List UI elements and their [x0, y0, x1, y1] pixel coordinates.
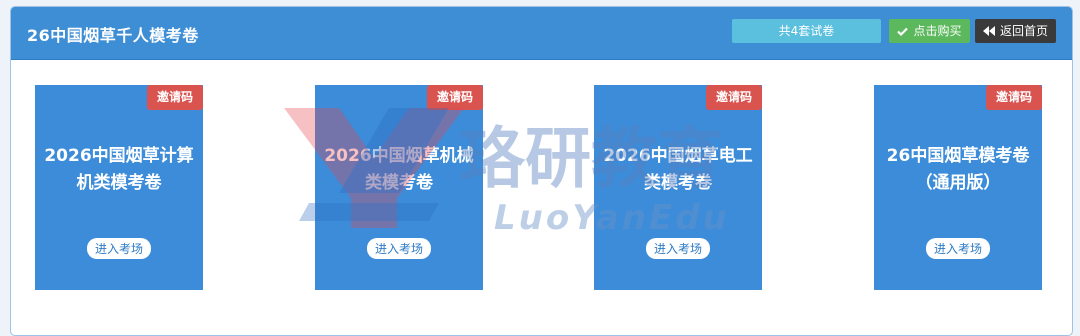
- paper-count-badge: 共4套试卷: [732, 19, 881, 43]
- buy-button-label: 点击购买: [913, 24, 962, 38]
- enter-exam-button[interactable]: 进入考场: [645, 238, 711, 259]
- panel-header: 26中国烟草千人模考卷 共4套试卷 点击购买 返回首页: [11, 7, 1072, 60]
- exam-card-electrician[interactable]: 邀请码 2026中国烟草电工类模考卷 进入考场: [594, 85, 762, 290]
- exam-card-title: 2026中国烟草计算机类模考卷: [44, 146, 194, 193]
- exam-card-mechanical[interactable]: 邀请码 2026中国烟草机械类模考卷 进入考场: [315, 85, 483, 290]
- exam-card-title: 26中国烟草模考卷（通用版）: [886, 146, 1030, 193]
- back-home-label: 返回首页: [999, 24, 1048, 38]
- enter-exam-button[interactable]: 进入考场: [925, 238, 991, 259]
- exam-card-title: 2026中国烟草电工类模考卷: [603, 146, 753, 193]
- double-chevron-left-icon: [982, 26, 995, 36]
- exam-panel: 26中国烟草千人模考卷 共4套试卷 点击购买 返回首页 邀请码 2026中国烟草…: [10, 6, 1073, 336]
- exam-card-title: 2026中国烟草机械类模考卷: [324, 146, 474, 193]
- enter-exam-button[interactable]: 进入考场: [366, 238, 432, 259]
- buy-button[interactable]: 点击购买: [889, 19, 970, 43]
- invite-code-tag[interactable]: 邀请码: [986, 85, 1042, 110]
- enter-exam-button[interactable]: 进入考场: [86, 238, 152, 259]
- invite-code-tag[interactable]: 邀请码: [706, 85, 762, 110]
- exam-card-general[interactable]: 邀请码 26中国烟草模考卷（通用版） 进入考场: [874, 85, 1042, 290]
- check-icon: [897, 27, 909, 36]
- invite-code-tag[interactable]: 邀请码: [427, 85, 483, 110]
- back-home-button[interactable]: 返回首页: [975, 19, 1056, 43]
- exam-card-computer[interactable]: 邀请码 2026中国烟草计算机类模考卷 进入考场: [35, 85, 203, 290]
- page-title: 26中国烟草千人模考卷: [27, 26, 199, 45]
- invite-code-tag[interactable]: 邀请码: [147, 85, 203, 110]
